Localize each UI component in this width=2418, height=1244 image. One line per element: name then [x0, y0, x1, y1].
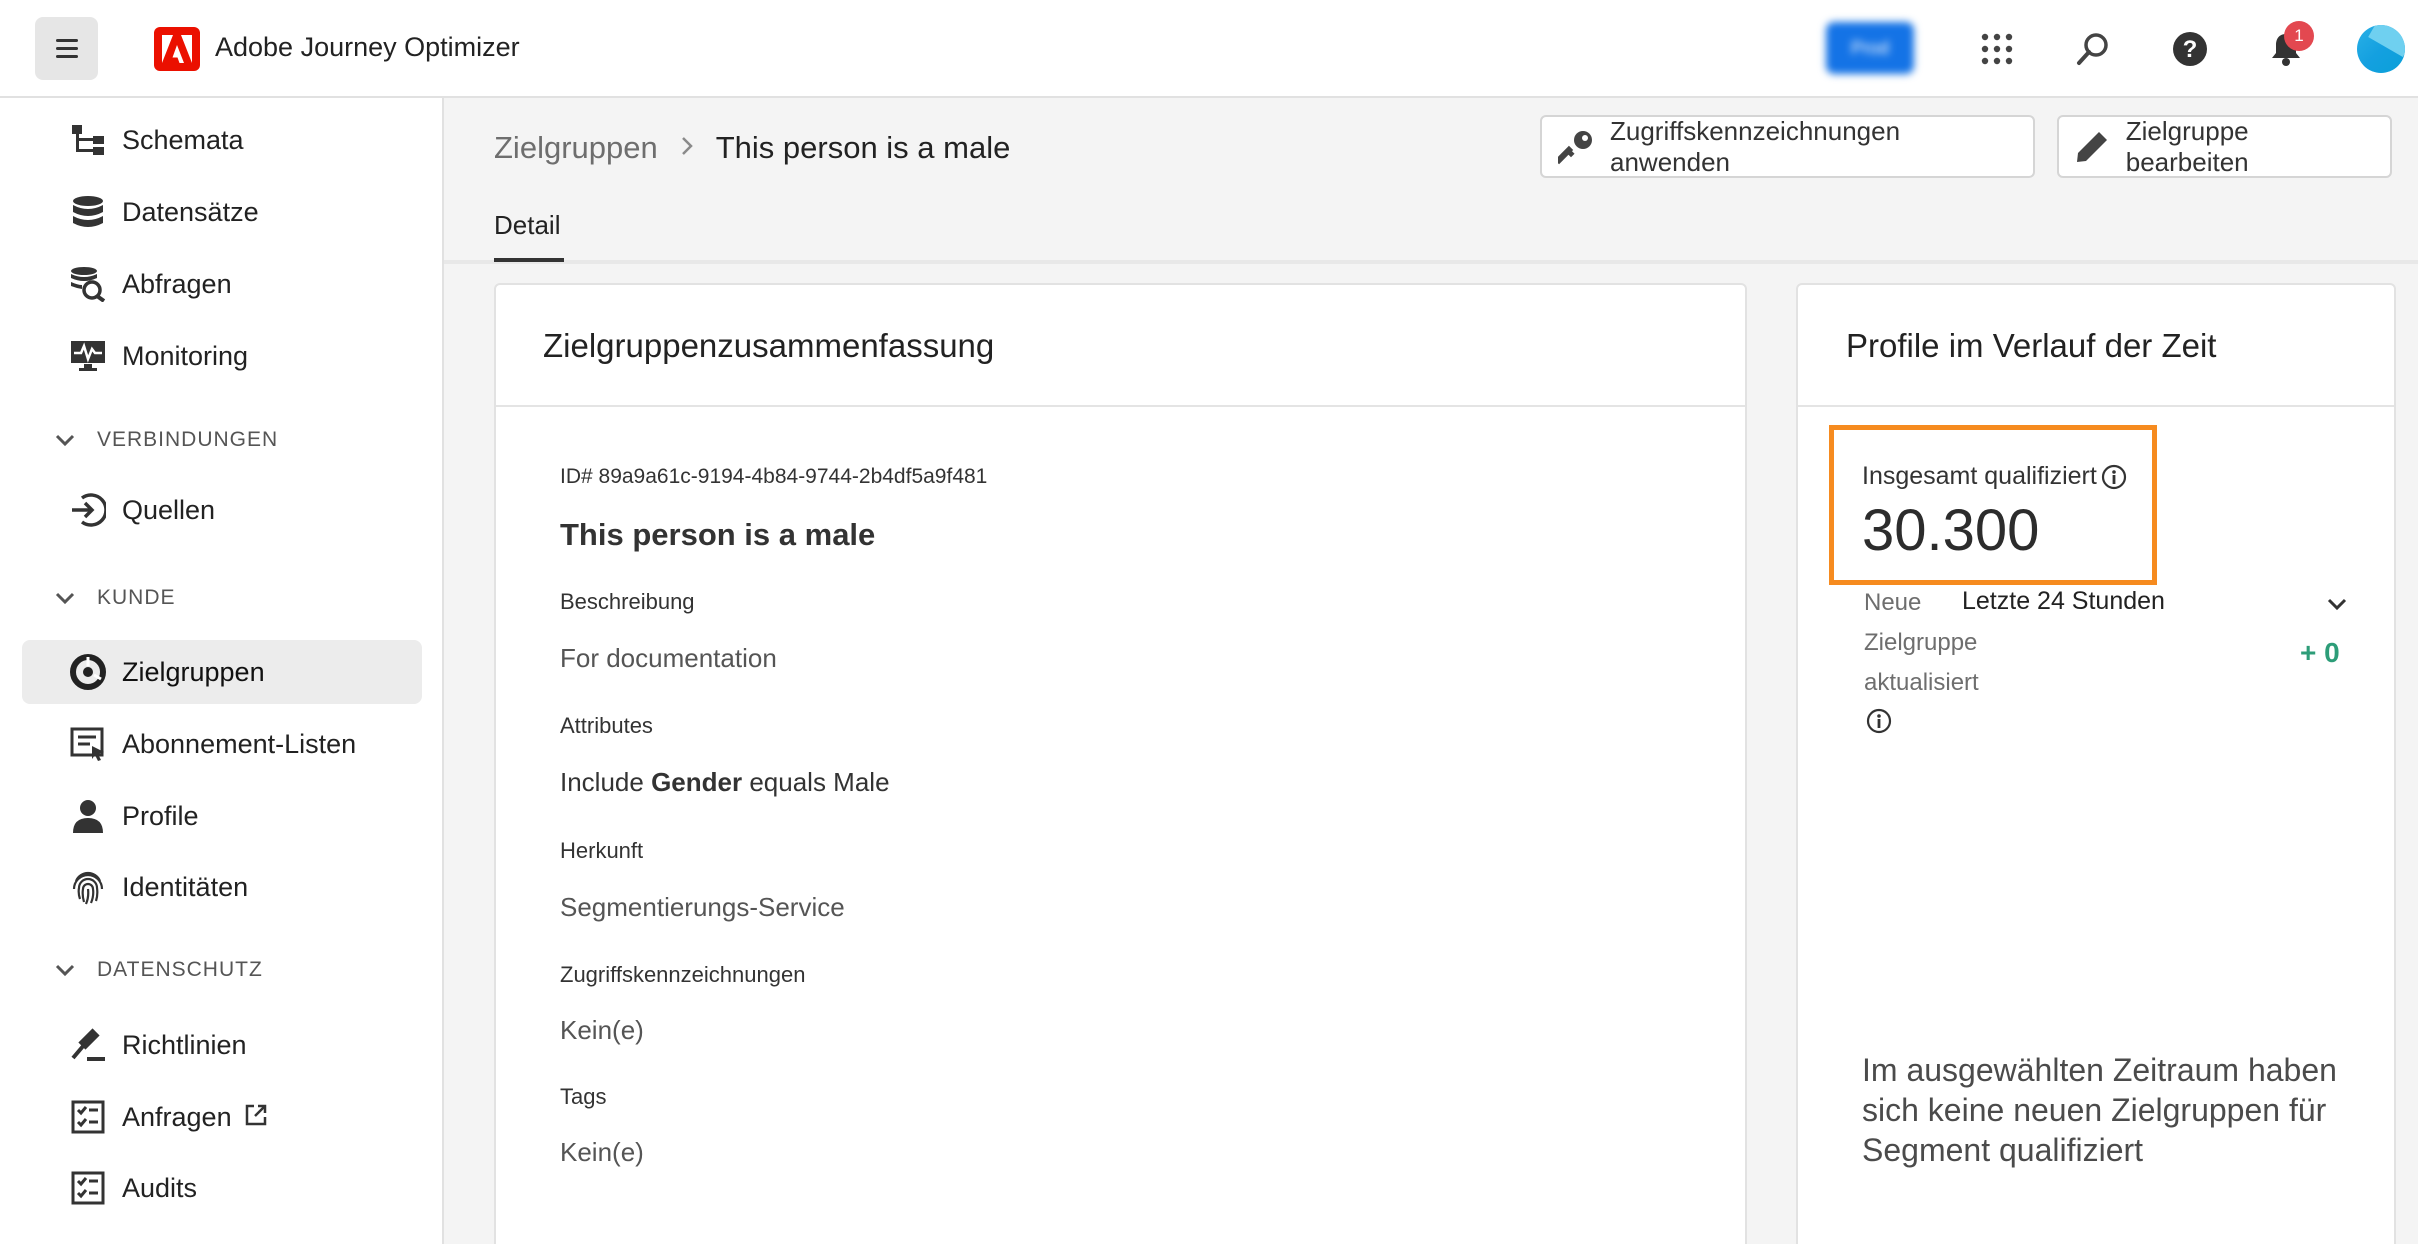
gavel-icon: [68, 1025, 108, 1065]
tags-value: Kein(e): [560, 1137, 644, 1167]
sidebar-item-label: Monitoring: [122, 340, 249, 371]
key-icon: [1558, 129, 1594, 165]
sidebar-item-label: Zielgruppen: [122, 656, 265, 687]
total-qualified-label: Insgesamt qualifiziert: [1862, 462, 2127, 491]
empty-state-message: Im ausgewählten Zeitraum haben sich kein…: [1862, 1052, 2337, 1168]
adobe-logo-icon[interactable]: [154, 27, 200, 71]
summary-card-title: Zielgruppenzusammenfassung: [543, 327, 995, 364]
chevron-down-icon: [55, 588, 75, 608]
origin-value: Segmentierungs-Service: [560, 892, 845, 922]
sidebar-item-label: Abfragen: [122, 268, 232, 299]
sidebar-item-audits[interactable]: Audits: [22, 1156, 422, 1220]
time-range-select[interactable]: Letzte 24 Stunden: [1962, 587, 2165, 616]
query-icon: [68, 264, 108, 304]
search-icon[interactable]: [2069, 25, 2117, 73]
sidebar-item-label: Schemata: [122, 124, 244, 155]
card-divider: [1798, 405, 2394, 407]
sidebar-item-label: Quellen: [122, 494, 216, 525]
top-bar: Adobe Journey Optimizer Prod ? 1: [0, 0, 2418, 98]
card-divider: [496, 405, 1745, 407]
apps-grid-icon[interactable]: [1973, 25, 2021, 73]
sidebar-item-profiles[interactable]: Profile: [22, 784, 422, 848]
audience-summary-card: [494, 283, 1747, 1244]
sidebar-item-label: Richtlinien: [122, 1029, 247, 1060]
sidebar-section-customer[interactable]: KUNDE: [55, 586, 176, 610]
sources-icon: [68, 490, 108, 530]
section-label: KUNDE: [97, 586, 176, 609]
origin-label: Herkunft: [560, 838, 644, 863]
chevron-down-icon: [55, 960, 75, 980]
audiences-icon: [68, 652, 108, 692]
environment-badge[interactable]: Prod: [1826, 22, 1914, 74]
sidebar-item-label: Audits: [122, 1172, 198, 1203]
access-labels-value: Kein(e): [560, 1015, 644, 1045]
checklist-icon: [68, 1097, 108, 1137]
sidebar-item-label: Abonnement-Listen: [122, 728, 357, 759]
section-label: VERBINDUNGEN: [97, 428, 279, 451]
sidebar-item-label: Profile: [122, 800, 199, 831]
sidebar-item-label: Anfragen: [122, 1101, 232, 1132]
breadcrumb: Zielgruppen This person is a male: [494, 130, 1010, 166]
sidebar: Schemata Datensätze Abfragen Monitoring …: [0, 98, 444, 1244]
subscription-list-icon: [68, 724, 108, 764]
sidebar-item-subscription-lists[interactable]: Abonnement-Listen: [22, 712, 422, 776]
notification-count-badge: 1: [2284, 21, 2314, 51]
profiles-card-title: Profile im Verlauf der Zeit: [1846, 327, 2217, 364]
info-icon[interactable]: [1866, 708, 1892, 734]
description-value: For documentation: [560, 643, 777, 673]
info-icon[interactable]: [2101, 464, 2127, 490]
chevron-right-icon: [680, 133, 694, 164]
menu-toggle-button[interactable]: [35, 17, 98, 80]
sidebar-item-queries[interactable]: Abfragen: [22, 252, 422, 316]
total-qualified-value: 30.300: [1862, 498, 2040, 563]
sidebar-item-monitoring[interactable]: Monitoring: [22, 324, 422, 388]
section-label: DATENSCHUTZ: [97, 958, 263, 981]
attributes-value: Include Gender equals Male: [560, 767, 890, 797]
breadcrumb-parent-link[interactable]: Zielgruppen: [494, 130, 658, 166]
audience-id: ID# 89a9a61c-9194-4b84-9744-2b4df5a9f481: [560, 465, 988, 488]
app-title[interactable]: Adobe Journey Optimizer: [215, 32, 520, 63]
new-audience-delta: + 0: [2300, 637, 2340, 668]
sidebar-section-connections[interactable]: VERBINDUNGEN: [55, 428, 278, 452]
audience-name: This person is a male: [560, 517, 876, 552]
description-label: Beschreibung: [560, 589, 695, 614]
button-label: Zielgruppe bearbeiten: [2125, 115, 2249, 177]
sidebar-item-sources[interactable]: Quellen: [22, 478, 422, 542]
help-icon[interactable]: ?: [2166, 25, 2214, 73]
pencil-icon: [2075, 129, 2110, 165]
total-qualified-text: Insgesamt qualifiziert: [1862, 462, 2097, 490]
tab-detail[interactable]: Detail: [494, 210, 560, 241]
tags-label: Tags: [560, 1084, 607, 1109]
apply-access-labels-button[interactable]: Zugriffskennzeichnungen anwenden: [1540, 115, 2035, 178]
chevron-down-icon[interactable]: [2325, 592, 2349, 616]
sidebar-section-privacy[interactable]: DATENSCHUTZ: [55, 958, 263, 982]
sidebar-item-schemata[interactable]: Schemata: [22, 108, 422, 172]
access-labels-label: Zugriffskennzeichnungen: [560, 962, 806, 987]
attributes-label: Attributes: [560, 713, 653, 738]
sidebar-item-requests[interactable]: Anfragen: [22, 1085, 422, 1149]
user-avatar[interactable]: [2357, 25, 2405, 73]
svg-text:?: ?: [2183, 36, 2198, 63]
database-icon: [68, 192, 108, 232]
button-label: Zugriffskennzeichnungen anwenden: [1610, 115, 1901, 177]
schema-icon: [68, 120, 108, 160]
sidebar-item-policies[interactable]: Richtlinien: [22, 1013, 422, 1077]
monitoring-icon: [68, 336, 108, 376]
sidebar-item-audiences[interactable]: Zielgruppen: [22, 640, 422, 704]
hamburger-icon: [55, 47, 78, 50]
page-title: This person is a male: [715, 130, 1011, 165]
fingerprint-icon: [68, 867, 108, 907]
sidebar-item-datasets[interactable]: Datensätze: [22, 180, 422, 244]
tab-active-indicator: [494, 258, 564, 262]
sidebar-item-label: Datensätze: [122, 196, 259, 227]
edit-audience-button[interactable]: Zielgruppe bearbeiten: [2057, 115, 2392, 178]
external-link-icon: [244, 1103, 268, 1132]
chevron-down-icon: [55, 430, 75, 450]
sidebar-item-identities[interactable]: Identitäten: [22, 855, 422, 919]
checklist-icon: [68, 1168, 108, 1208]
sidebar-item-label: Identitäten: [122, 871, 249, 902]
profile-icon: [68, 796, 108, 836]
tabs-divider: [444, 260, 2418, 264]
